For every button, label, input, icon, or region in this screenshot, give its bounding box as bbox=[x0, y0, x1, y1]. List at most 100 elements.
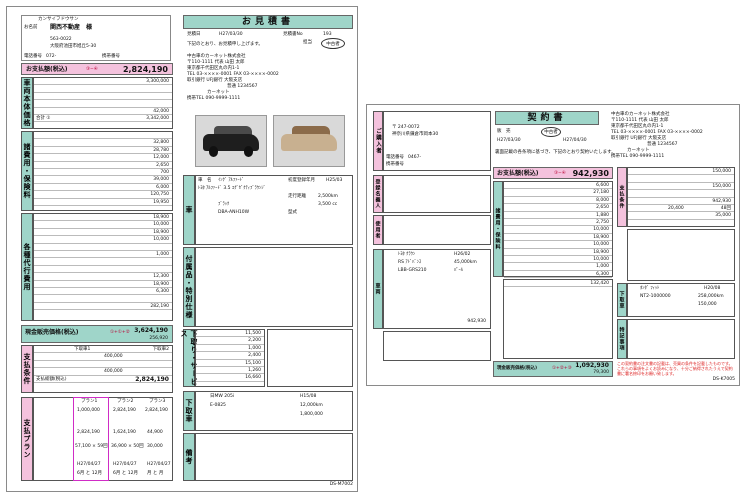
total-formula: ③−④ bbox=[86, 67, 98, 72]
contract-trade-table: ﾎﾝﾀﾞ ﾌｨｯﾄ H20/08 NT2-1000000 258,000km 1… bbox=[627, 283, 735, 317]
dealer-account: 普通 1234567 bbox=[647, 142, 678, 147]
delivery-date: H27/04/30 bbox=[563, 138, 587, 143]
plan1-down: 1,000,000 bbox=[77, 408, 100, 413]
mileage-value: 2,500km bbox=[318, 194, 338, 199]
buyer-mobile-label: 携帯番号 bbox=[386, 162, 404, 167]
rep-stamp: 中古者 bbox=[321, 38, 345, 49]
contract-total-label: お支払額(税込) bbox=[497, 170, 539, 177]
dealer-tel: TEL 03-××××-0001 FAX 03-××××-0002 bbox=[187, 72, 279, 77]
plan-section-label: 支払プラン bbox=[21, 397, 33, 481]
year-label: 初度登録年月 bbox=[288, 178, 315, 183]
tradein-price: 400,000 bbox=[104, 354, 123, 360]
trade-car-price: 1,800,000 bbox=[300, 412, 323, 417]
car-section-label: 車 bbox=[183, 175, 195, 245]
customer-address: 大阪府池田市旭丘5-30 bbox=[50, 44, 97, 49]
displacement: 3,500 cc bbox=[318, 202, 338, 207]
total-value: 2,824,190 bbox=[122, 65, 168, 74]
vehicle-section-label: 車両本体価格 bbox=[21, 77, 33, 129]
vehicle-subtotal: 3,342,000 bbox=[146, 115, 169, 121]
misc-value: 2,650 bbox=[156, 162, 169, 168]
contract-misc-table: 6,600 27,180 8,000 2,650 1,880 2,750 10,… bbox=[503, 181, 613, 279]
contract-total-value: 942,930 bbox=[572, 169, 609, 178]
owner-section-label: 登録名義人 bbox=[373, 175, 383, 213]
tradein-col1: 下取車1 bbox=[74, 347, 91, 352]
tradein-value: 1,000 bbox=[248, 345, 261, 351]
contract-installment: 20,400 bbox=[668, 205, 684, 211]
tradein-value: 2,400 bbox=[248, 353, 261, 359]
customer-box: カンサイフドウサン お名前 関西不動産 様 563-0022 大阪府池田市旭丘5… bbox=[21, 15, 171, 61]
tradein-value: 2,200 bbox=[248, 338, 261, 344]
misc-value: 120,750 bbox=[150, 192, 169, 198]
contract-warning: この契約書の注文書の記載は、売買の条件を記載したものです。これらの事項をよくお読… bbox=[617, 361, 733, 376]
sales-stamp: 中古者 bbox=[541, 127, 561, 137]
contract-date: H27/03/30 bbox=[497, 138, 521, 143]
mobile-label: 携帯番号 bbox=[102, 54, 120, 59]
car-photo-interior bbox=[273, 115, 345, 167]
payment-section-label: 支払条件 bbox=[21, 345, 33, 393]
dealer-bank: 取引銀行 UFJ銀行 大阪支店 bbox=[187, 78, 243, 83]
contract-car-section-label: 車両 bbox=[373, 249, 383, 329]
contract-fees-table: 132,420 bbox=[503, 279, 613, 359]
options-table bbox=[195, 247, 353, 327]
contract-form-code: DS-K7005 bbox=[712, 376, 735, 382]
contract-fee-value: 10,000 bbox=[593, 242, 609, 248]
fee-value: 10,000 bbox=[153, 237, 169, 243]
plan1-header: プラン1 bbox=[81, 399, 98, 404]
contract-car-color: ﾊﾟｰﾙ bbox=[454, 268, 463, 273]
misc-value: 28,780 bbox=[153, 147, 169, 153]
mileage-label: 走行距離 bbox=[288, 194, 306, 199]
contract-car-table: ﾄﾖﾀ ｸﾗｳﾝ H26/02 RS ｱﾄﾞﾊﾞﾝｽ 45,000km LBB-… bbox=[383, 249, 491, 329]
car-section-icon: 車 bbox=[185, 206, 193, 214]
plan3-value: 44,900 bbox=[147, 430, 163, 435]
trade-car-value: 日MW 205i bbox=[210, 394, 235, 399]
vehicle-price: 3,300,000 bbox=[146, 79, 169, 84]
contract-trade-car: ﾎﾝﾀﾞ ﾌｨｯﾄ bbox=[640, 286, 660, 291]
trade-car-km: 12,000km bbox=[300, 403, 323, 408]
plan2-months: 36,900 × 50回 bbox=[111, 444, 144, 449]
contract-misc-value: 2,650 bbox=[596, 205, 609, 211]
rep-label: 担当 bbox=[303, 40, 312, 45]
payment-total: 2,824,190 bbox=[135, 375, 169, 383]
fee-value: 10,000 bbox=[153, 222, 169, 228]
contract-misc-value: 8,000 bbox=[596, 197, 609, 203]
misc-value: 12,000 bbox=[153, 155, 169, 161]
contract-car-model: ﾄﾖﾀ ｸﾗｳﾝ bbox=[398, 252, 416, 257]
contract-misc-value: 6,600 bbox=[596, 183, 609, 188]
estimate-date: H27/03/30 bbox=[219, 32, 243, 37]
misc-section-label: 諸費用・保険料 bbox=[21, 131, 33, 211]
tradein-section-label: 下取り・サービス bbox=[180, 329, 198, 387]
customer-postal: 563-0022 bbox=[50, 37, 72, 42]
buyer-section-label: ご購入者 bbox=[373, 111, 383, 171]
contract-total-bar: お支払額(税込) ③−④ 942,930 bbox=[493, 167, 613, 179]
plan2-down: 2,824,190 bbox=[113, 408, 136, 413]
payment-table: 下取車1 下取車2 400,000 400,000 支払総額(税込) 2,824,1… bbox=[33, 345, 173, 393]
contract-installment-count: 48回 bbox=[720, 205, 731, 211]
contract-bonus: 35,000 bbox=[715, 213, 731, 219]
cash-label: 現金販売価格(税込) bbox=[25, 329, 79, 336]
trade-car-no: E-0825 bbox=[210, 403, 226, 408]
plan3-end: 月 と 月 bbox=[147, 471, 164, 476]
dealer-address: 〒110-1111 代表 山田 太郎 bbox=[611, 118, 669, 123]
contract-misc-value: 1,880 bbox=[596, 212, 609, 218]
form-code: DS-M7002 bbox=[329, 481, 353, 487]
contract-insurance-table bbox=[627, 229, 735, 281]
contract-payment-value: 150,000 bbox=[712, 169, 731, 174]
customer-label: お名前 bbox=[24, 25, 38, 30]
contract-fee-value: 10,000 bbox=[593, 256, 609, 262]
contract-total-formula: ③−④ bbox=[554, 171, 566, 176]
cash-price-bar: 現金販売価格(税込) ①+①+② 3,624,190 256,920 bbox=[21, 325, 173, 343]
dealer-address2: 東京都千代田区丸の内1-1 bbox=[611, 124, 664, 129]
tradein-value: 11,500 bbox=[245, 331, 261, 336]
misc-value: 32,800 bbox=[153, 140, 169, 146]
dealer-name: 中古車のカーネット株式会社 bbox=[611, 112, 670, 117]
dealer-name: 中古車のカーネット株式会社 bbox=[187, 54, 246, 59]
plan2-date: H27/04/27 bbox=[113, 462, 137, 467]
plan1-end: 6月 と 12月 bbox=[77, 471, 102, 476]
greeting: 下記のとおり、お見積申し上げます。 bbox=[187, 42, 263, 47]
year-value: H25/03 bbox=[326, 178, 343, 183]
remarks-section-label: 備考 bbox=[183, 433, 195, 481]
dealer-bank: 取引銀行 UFJ銀行 大阪支店 bbox=[611, 136, 667, 141]
cash-value: 3,624,190 bbox=[134, 327, 168, 334]
plan3-header: プラン3 bbox=[149, 399, 166, 404]
remarks-box bbox=[195, 433, 353, 481]
